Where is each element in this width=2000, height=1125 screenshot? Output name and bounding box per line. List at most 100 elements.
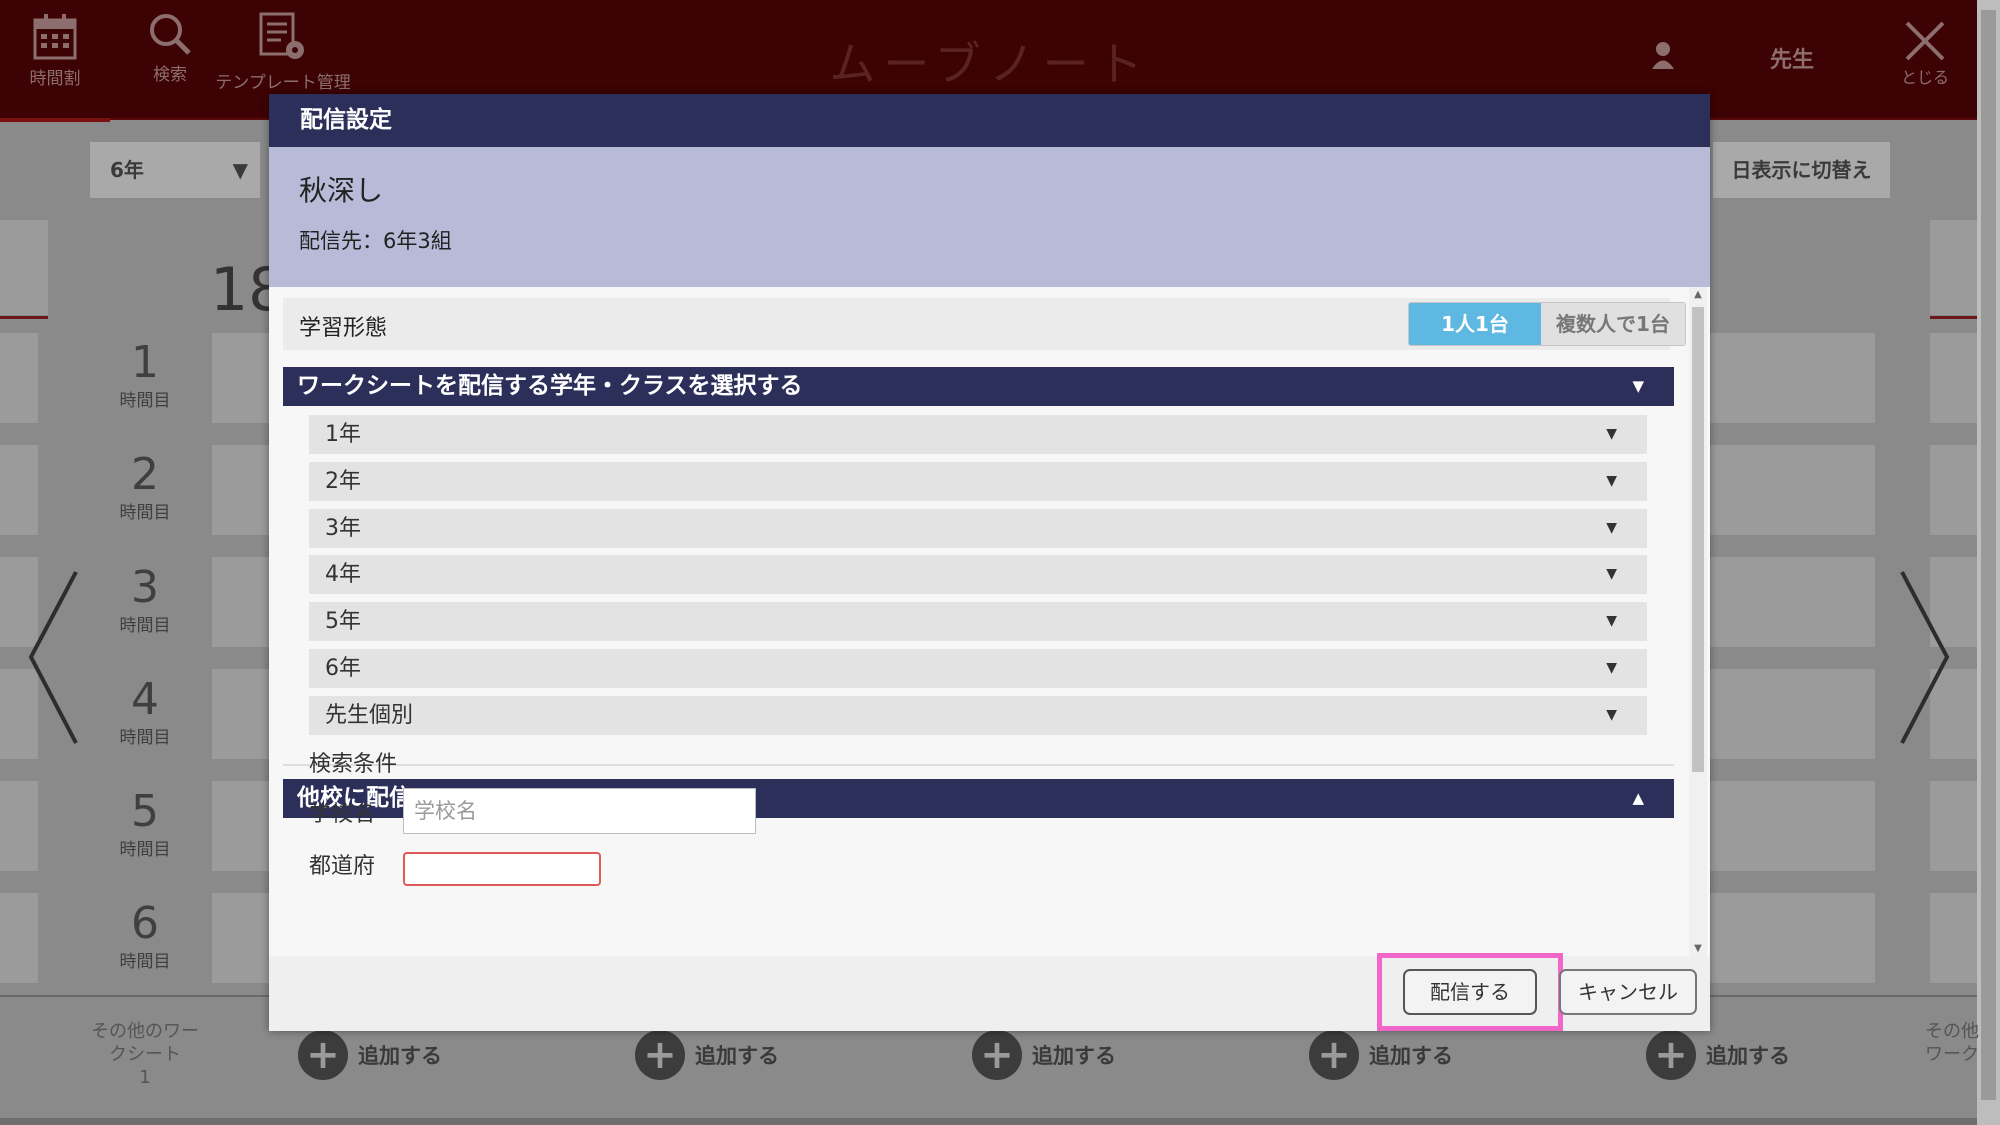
grid-cell[interactable]	[212, 557, 270, 647]
learning-style-toggle: 1人1台 複数人で1台	[1408, 302, 1686, 346]
period-4: 4 時間目	[90, 677, 200, 749]
grid-cell[interactable]	[1710, 333, 1875, 423]
grid-cell[interactable]	[1710, 893, 1875, 983]
plus-icon: +	[1646, 1030, 1696, 1080]
period-2: 2 時間目	[90, 452, 200, 524]
period-number: 3	[131, 562, 159, 613]
add-button[interactable]: + 追加する	[635, 1030, 779, 1080]
add-button[interactable]: + 追加する	[1309, 1030, 1453, 1080]
user-name: 先生	[1770, 48, 1815, 73]
period-number: 5	[131, 786, 159, 837]
period-6: 6 時間目	[90, 898, 200, 973]
app-title: ムーブノート	[829, 37, 1151, 91]
period-label: 時間目	[119, 728, 171, 748]
scroll-up-icon[interactable]: ▲	[1689, 289, 1707, 300]
period-number: 1	[131, 337, 159, 388]
search-icon	[150, 14, 191, 55]
scroll-down-icon[interactable]: ▼	[1689, 943, 1707, 954]
grade-label: 3年	[325, 516, 361, 541]
template-gear-icon	[259, 12, 304, 59]
divider	[1930, 316, 1977, 319]
close-label: とじる	[1900, 68, 1949, 87]
toggle-one-per-person[interactable]: 1人1台	[1409, 303, 1541, 345]
grade-row-teacher[interactable]: 先生個別 ▼	[309, 696, 1647, 735]
plus-icon: +	[635, 1030, 685, 1080]
modal-title: 配信設定	[269, 94, 1710, 147]
school-name-label: 学校名	[309, 802, 376, 827]
grade-row-6[interactable]: 6年 ▼	[309, 649, 1647, 688]
prefecture-label: 都道府	[309, 854, 376, 879]
grade-select[interactable]: 6年 ▼	[90, 142, 260, 198]
day-view-switch-button[interactable]: 日表示に切替え	[1713, 142, 1890, 198]
grid-cell[interactable]	[212, 893, 270, 983]
period-label: 時間目	[119, 503, 171, 523]
class-section-header[interactable]: ワークシートを配信する学年・クラスを選択する ▼	[283, 367, 1674, 406]
grid-cell	[0, 445, 38, 535]
destination-text: 配信先：6年3組	[299, 229, 452, 253]
period-label: 時間目	[119, 616, 171, 636]
close-icon	[1905, 21, 1945, 61]
next-arrow[interactable]	[1900, 570, 1950, 749]
grid-cell	[1930, 333, 1977, 423]
toolbar-timetable-button[interactable]: 時間割	[0, 0, 110, 122]
grade-label: 先生個別	[325, 703, 414, 728]
chevron-down-icon: ▼	[1606, 660, 1617, 676]
cancel-button[interactable]: キャンセル	[1559, 969, 1697, 1015]
grid-cell[interactable]	[212, 333, 270, 423]
period-3: 3 時間目	[90, 562, 200, 637]
add-button[interactable]: + 追加する	[1646, 1030, 1790, 1080]
worksheet-info: 秋深し 配信先：6年3組	[269, 147, 1710, 287]
page-scrollbar-thumb[interactable]	[1981, 10, 1996, 1100]
toolbar-search-button[interactable]: 検索	[115, 0, 225, 118]
divider	[283, 764, 1674, 766]
period-number: 6	[131, 898, 159, 949]
grade-label: 1年	[325, 422, 361, 447]
grid-cell[interactable]	[1710, 557, 1875, 647]
other-worksheet-text: その他のワークシート	[91, 1021, 199, 1065]
grid-cell[interactable]	[1710, 445, 1875, 535]
modal-footer: 配信する キャンセル	[269, 953, 1710, 1031]
grade-label: 4年	[325, 562, 361, 587]
school-name-input[interactable]	[403, 788, 756, 834]
grade-label: 6年	[325, 656, 361, 681]
grid-cell[interactable]	[1710, 781, 1875, 871]
chevron-up-icon: ▲	[1632, 789, 1644, 807]
highlight-box	[1377, 953, 1563, 1031]
grade-row-2[interactable]: 2年 ▼	[309, 462, 1647, 501]
prefecture-select[interactable]	[403, 852, 601, 886]
grade-row-4[interactable]: 4年 ▼	[309, 555, 1647, 594]
modal-scrollbar[interactable]: ▲ ▼	[1689, 287, 1707, 956]
other-worksheet-label: その他のワークシート 1	[85, 1020, 205, 1089]
grade-row-1[interactable]: 1年 ▼	[309, 415, 1647, 454]
learning-style-row: 学習形態 1人1台 複数人で1台	[283, 298, 1686, 350]
grid-cell[interactable]	[1710, 669, 1875, 759]
grid-cell	[0, 333, 38, 423]
grid-cell[interactable]	[212, 669, 270, 759]
distribution-settings-modal: 配信設定 秋深し 配信先：6年3組 学習形態 1人1台 複数人で1台 ワークシー…	[269, 94, 1710, 1031]
page-scrollbar[interactable]	[1977, 0, 2000, 1125]
period-label: 時間目	[119, 391, 171, 411]
plus-icon: +	[972, 1030, 1022, 1080]
plus-icon: +	[1309, 1030, 1359, 1080]
add-button[interactable]: + 追加する	[298, 1030, 442, 1080]
add-button[interactable]: + 追加する	[972, 1030, 1116, 1080]
toggle-shared-device[interactable]: 複数人で1台	[1541, 303, 1685, 345]
modal-body: 学習形態 1人1台 複数人で1台 ワークシートを配信する学年・クラスを選択する …	[269, 287, 1710, 956]
grid-cell[interactable]	[212, 445, 270, 535]
prev-arrow[interactable]	[28, 570, 78, 749]
grid-cell	[1930, 893, 1977, 983]
grid-cell	[0, 893, 38, 983]
grade-select-value: 6年	[110, 158, 144, 182]
grade-label: 2年	[325, 469, 361, 494]
user-icon	[1650, 40, 1676, 74]
close-button[interactable]: とじる	[1895, 18, 1955, 88]
chevron-down-icon: ▼	[232, 158, 248, 182]
grade-row-5[interactable]: 5年 ▼	[309, 602, 1647, 641]
grade-row-3[interactable]: 3年 ▼	[309, 509, 1647, 548]
modal-scrollbar-thumb[interactable]	[1692, 307, 1704, 772]
grade-label: 5年	[325, 609, 361, 634]
period-label: 時間目	[119, 952, 171, 972]
chevron-down-icon: ▼	[1632, 377, 1644, 395]
other-worksheet-label-right: その他ワーク	[1925, 1021, 1979, 1065]
grid-cell[interactable]	[212, 781, 270, 871]
